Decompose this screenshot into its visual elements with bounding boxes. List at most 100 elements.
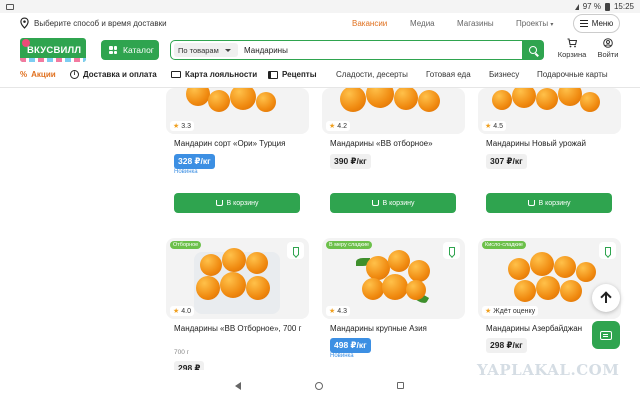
product-card[interactable]: ★ 4.2 Мандарины «ВВ отборное» 390 ₽/кг В …: [322, 88, 465, 228]
link-projects-label: Проекты: [516, 19, 549, 28]
product-price: 298 ₽/кг: [486, 338, 527, 353]
product-name[interactable]: Мандарины крупные Азия: [330, 323, 465, 334]
nav-delivery[interactable]: i Доставка и оплата: [70, 70, 157, 79]
product-price: 307 ₽/кг: [486, 154, 527, 169]
catalog-button[interactable]: Каталог: [101, 40, 159, 60]
product-image[interactable]: ★ 4.2: [322, 88, 465, 134]
product-tag: Отборное: [170, 241, 202, 249]
location-pin-icon[interactable]: [20, 17, 29, 29]
link-shops[interactable]: Магазины: [457, 19, 516, 28]
add-to-cart-button[interactable]: В корзину: [174, 193, 300, 213]
star-icon: ★: [485, 308, 492, 315]
cart-icon: [215, 200, 223, 206]
star-icon: ★: [173, 123, 180, 130]
header: ВКУСВИЛЛ Каталог По товарам Корзина Войт…: [0, 36, 640, 64]
star-icon: ★: [173, 308, 180, 315]
cart-label: Корзина: [557, 50, 587, 59]
search-bar: По товарам: [170, 39, 544, 60]
add-to-cart-button[interactable]: В корзину: [330, 193, 456, 213]
product-name[interactable]: Мандарины Новый урожай: [486, 138, 621, 149]
product-price: 298 ₽: [174, 361, 205, 370]
info-icon: i: [70, 70, 79, 79]
menu-button-label: Меню: [591, 19, 614, 28]
nav-sweets[interactable]: Сладости, десерты: [336, 70, 408, 79]
product-card[interactable]: В меру сладкие ★ 4.3 Мандарины крупные Аз…: [322, 238, 465, 370]
catalog-grid-icon: [109, 46, 117, 54]
product-price: 498 ₽/кг: [330, 338, 371, 353]
link-vacancies[interactable]: Вакансии: [352, 19, 410, 28]
menu-button[interactable]: Меню: [573, 14, 620, 33]
status-bar: 97 % 15:25: [0, 0, 640, 13]
nav-ready-food[interactable]: Готовая еда: [426, 70, 471, 79]
favorite-button[interactable]: [443, 242, 460, 259]
login-label: Войти: [597, 50, 619, 59]
favorite-button[interactable]: [599, 242, 616, 259]
star-icon: ★: [329, 123, 336, 130]
product-price: 328 ₽/кг: [174, 154, 215, 169]
rating-value: 4.0: [181, 307, 192, 315]
product-tag: В меру сладкие: [326, 241, 373, 249]
add-to-cart-button[interactable]: В корзину: [486, 193, 612, 213]
link-media[interactable]: Медиа: [410, 19, 457, 28]
search-scope-select[interactable]: По товарам: [174, 43, 238, 57]
nav-gift-cards[interactable]: Подарочные карты: [537, 70, 608, 79]
nav-promotions-label: Акции: [31, 70, 56, 79]
home-icon[interactable]: [315, 382, 323, 390]
bookmark-icon: [292, 246, 299, 255]
nav-recipes[interactable]: Рецепты: [268, 70, 317, 79]
star-icon: ★: [329, 308, 336, 315]
logo-text: ВКУСВИЛЛ: [27, 45, 82, 56]
cart-icon: [371, 200, 379, 206]
nav-loyalty[interactable]: Карта лояльности: [171, 70, 257, 79]
bookmark-icon: [448, 246, 455, 255]
nav-business[interactable]: Бизнесу: [489, 70, 519, 79]
add-to-cart-label: В корзину: [382, 199, 415, 207]
product-card[interactable]: Отборное ★ 4.0 Мандарины «ВВ Отборное», 7…: [166, 238, 309, 370]
product-name[interactable]: Мандарины «ВВ отборное»: [330, 138, 465, 149]
cart-button[interactable]: Корзина: [554, 38, 590, 59]
product-image[interactable]: ★ 3.3: [166, 88, 309, 134]
search-icon: [529, 45, 537, 54]
clock: 15:25: [613, 2, 634, 11]
chat-button[interactable]: [592, 321, 620, 349]
logo[interactable]: ВКУСВИЛЛ: [20, 38, 86, 62]
nav-promotions[interactable]: % Акции: [20, 70, 56, 79]
login-button[interactable]: Войти: [590, 38, 626, 59]
percent-icon: %: [20, 70, 28, 79]
category-nav: % Акции i Доставка и оплата Карта лояльн…: [0, 68, 640, 84]
back-icon[interactable]: [235, 382, 241, 390]
chat-icon: [600, 330, 612, 340]
battery-icon: [604, 2, 610, 11]
recent-apps-icon[interactable]: [397, 382, 404, 389]
product-card[interactable]: ★ 3.3 Мандарин сорт «Ори» Турция 328 ₽/кг…: [166, 88, 309, 228]
delivery-selector[interactable]: Выберите способ и время доставки: [34, 19, 167, 28]
scroll-to-top-button[interactable]: [592, 284, 620, 312]
link-projects[interactable]: Проекты ▾: [516, 19, 566, 28]
watermark: YAPLAKAL.COM: [477, 361, 620, 379]
search-scope-label: По товарам: [178, 45, 219, 55]
hamburger-icon: [579, 20, 588, 27]
product-image[interactable]: ★ 4.5: [478, 88, 621, 134]
book-icon: [268, 70, 278, 79]
signal-icon: [574, 3, 579, 10]
star-icon: ★: [485, 123, 492, 130]
add-to-cart-label: В корзину: [226, 199, 259, 207]
user-icon: [603, 38, 613, 48]
product-price: 390 ₽/кг: [330, 154, 371, 169]
rating-value: 4.3: [337, 307, 348, 315]
product-name[interactable]: Мандарины «ВВ Отборное», 700 г: [174, 323, 309, 334]
search-input[interactable]: [244, 45, 514, 55]
battery-percent: 97 %: [582, 2, 601, 11]
chevron-down-icon: [224, 48, 231, 52]
favorite-button[interactable]: [287, 242, 304, 259]
product-name[interactable]: Мандарин сорт «Ори» Турция: [174, 138, 309, 149]
rating-value: Ждёт оценку: [493, 307, 536, 315]
nav-loyalty-label: Карта лояльности: [185, 70, 258, 79]
rating-value: 3.3: [181, 122, 192, 130]
product-card[interactable]: ★ 4.5 Мандарины Новый урожай 307 ₽/кг В к…: [478, 88, 621, 228]
product-image[interactable]: В меру сладкие ★ 4.3: [322, 238, 465, 319]
search-button[interactable]: [522, 39, 544, 60]
rating-badge: ★ Ждёт оценку: [482, 306, 539, 316]
cart-icon: [567, 38, 577, 48]
product-image[interactable]: Отборное ★ 4.0: [166, 238, 309, 319]
